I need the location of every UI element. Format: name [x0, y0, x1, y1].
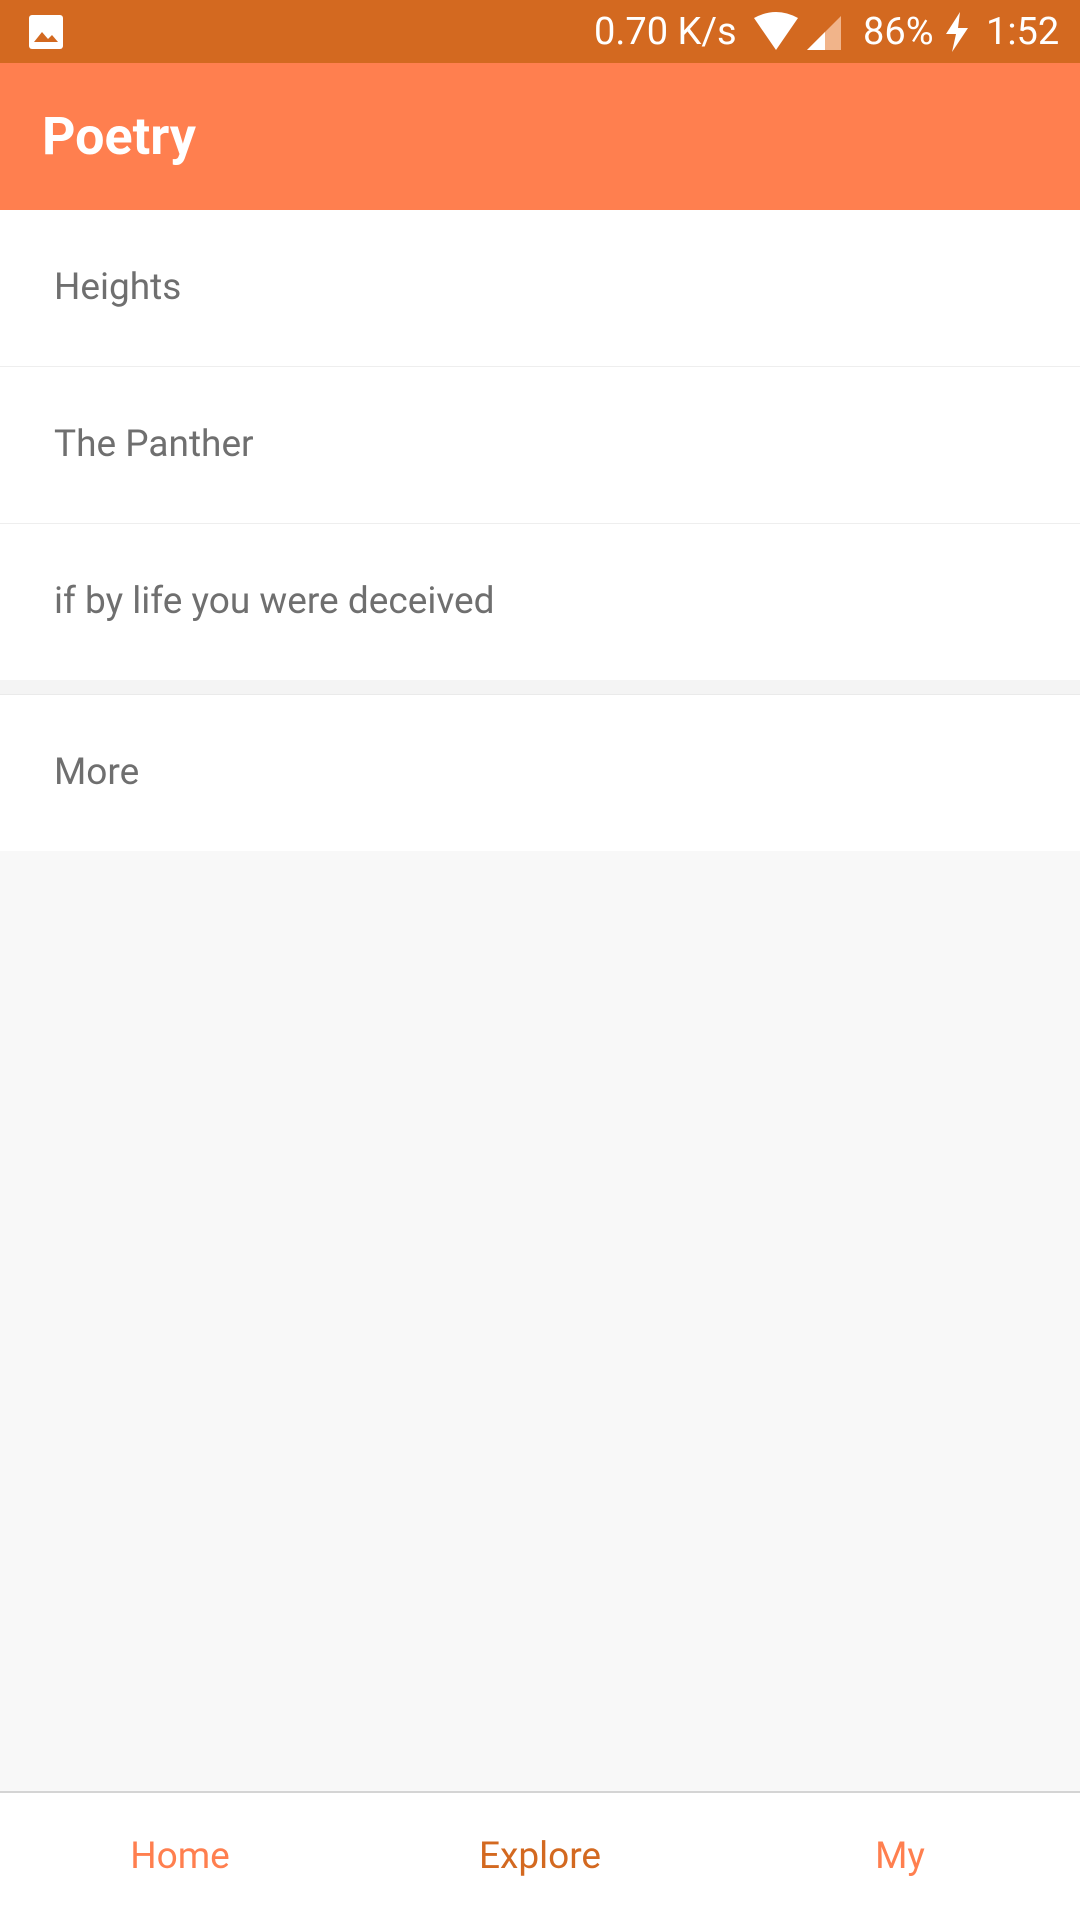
tab-my[interactable]: My — [720, 1793, 1080, 1922]
tab-explore[interactable]: Explore — [360, 1793, 720, 1922]
divider — [0, 680, 1080, 695]
app-bar: Poetry — [0, 63, 1080, 210]
more-item[interactable]: More — [0, 695, 1080, 851]
wifi-icon — [754, 12, 798, 50]
clock: 1:52 — [986, 10, 1060, 54]
list-item[interactable]: Heights — [0, 210, 1080, 367]
list-item-label: if by life you were deceived — [54, 580, 495, 623]
list-item-label: Heights — [54, 266, 182, 309]
list-item[interactable]: if by life you were deceived — [0, 524, 1080, 680]
list-item[interactable]: The Panther — [0, 367, 1080, 524]
bottom-navigation: Home Explore My — [0, 1791, 1080, 1922]
signal-icon — [807, 16, 841, 50]
list-item-label: The Panther — [54, 423, 254, 466]
poem-list: Heights The Panther if by life you were … — [0, 210, 1080, 851]
battery-percent: 86% — [863, 10, 934, 54]
status-bar: 0.70 K/s 86% 1:52 — [0, 0, 1080, 63]
network-speed: 0.70 K/s — [594, 10, 737, 54]
page-title: Poetry — [42, 106, 196, 167]
charging-bolt-icon — [946, 12, 968, 52]
tab-home[interactable]: Home — [0, 1793, 360, 1922]
gallery-icon — [29, 15, 63, 49]
more-label: More — [54, 751, 140, 794]
